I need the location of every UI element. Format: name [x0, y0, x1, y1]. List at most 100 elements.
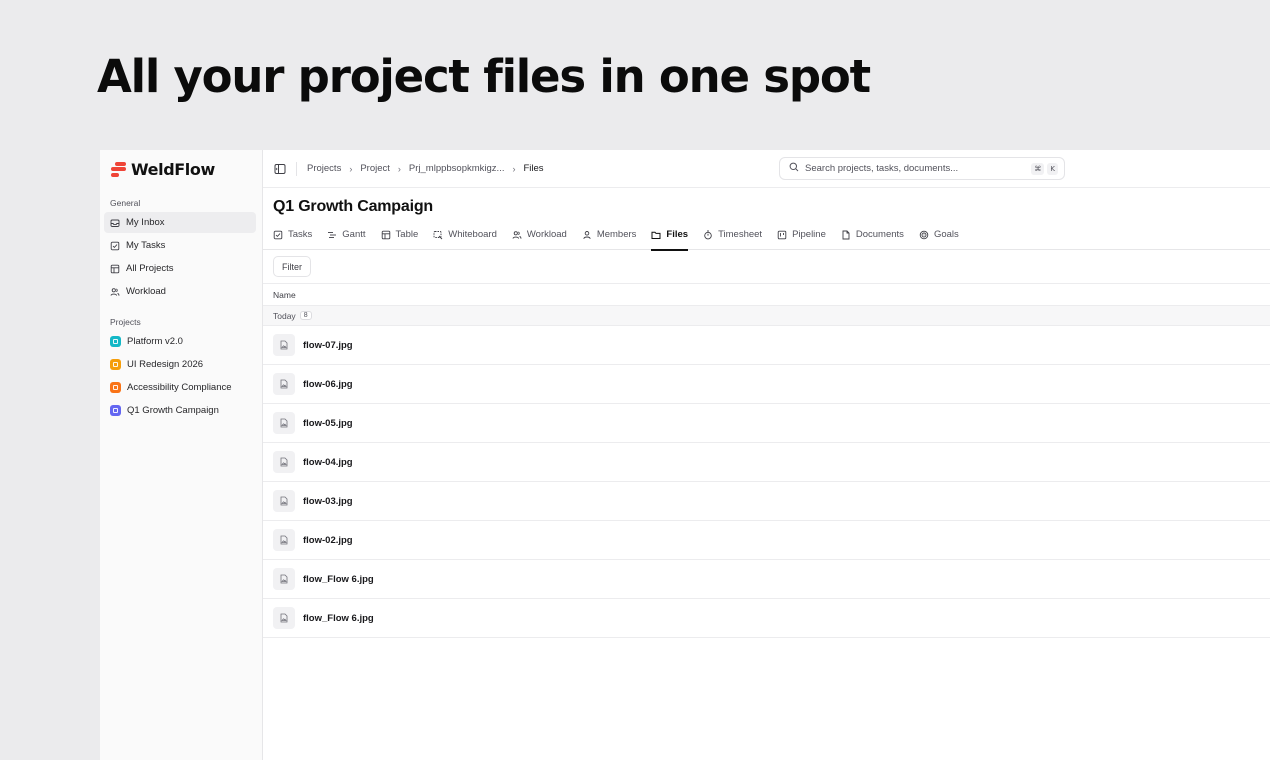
tab-label: Goals — [933, 229, 959, 240]
sidebar-project-ui-redesign-2026[interactable]: UI Redesign 2026 — [104, 354, 256, 375]
search-bar[interactable]: ⌘ K — [779, 157, 1065, 180]
file-name[interactable]: flow-02.jpg — [303, 535, 353, 546]
tab-label: Table — [395, 229, 419, 240]
sidebar-item-workload[interactable]: Workload — [104, 281, 256, 302]
sidebar-section-projects: Projects — [110, 317, 141, 327]
column-header-name[interactable]: Name — [263, 284, 1270, 306]
breadcrumb-item[interactable]: Project — [360, 163, 390, 174]
app-window: WeldFlow General My Inbox My Tasks All Pro… — [100, 150, 1270, 760]
sidebar-item-all-projects[interactable]: All Projects — [104, 258, 256, 279]
tab-table[interactable]: Table — [381, 220, 419, 250]
file-name[interactable]: flow-03.jpg — [303, 496, 353, 507]
project-color-icon — [110, 405, 121, 416]
sidebar-project-q1-growth-campaign[interactable]: Q1 Growth Campaign — [104, 400, 256, 421]
tab-label: Documents — [855, 229, 904, 240]
brand-logo[interactable]: WeldFlow — [104, 159, 256, 179]
filter-row: Filter — [263, 250, 1270, 284]
tab-files[interactable]: Files — [651, 220, 689, 251]
file-row[interactable]: flow-07.jpg — [263, 326, 1270, 365]
folder-icon — [651, 230, 661, 240]
file-name[interactable]: flow-04.jpg — [303, 457, 353, 468]
table-icon — [110, 264, 120, 274]
timer-icon — [703, 230, 713, 240]
tab-whiteboard[interactable]: Whiteboard — [433, 220, 497, 250]
image-file-icon — [273, 412, 295, 434]
user-icon — [582, 230, 592, 240]
file-name[interactable]: flow-07.jpg — [303, 340, 353, 351]
weldflow-logo-icon — [111, 161, 126, 178]
breadcrumb-chevron-icon: › — [349, 163, 353, 174]
search-input[interactable] — [805, 163, 1026, 174]
sidebar-toggle-icon[interactable] — [274, 163, 286, 175]
file-row[interactable]: flow-03.jpg — [263, 482, 1270, 521]
tab-gantt[interactable]: Gantt — [327, 220, 366, 250]
inbox-icon — [110, 218, 120, 228]
main-content: Projects › Project › Prj_mlppbsopkmkigz... › F… — [263, 150, 1270, 760]
checkbox-icon — [273, 230, 283, 240]
breadcrumb-item: Files — [523, 163, 544, 174]
tab-label: Tasks — [288, 229, 313, 240]
file-row[interactable]: flow-02.jpg — [263, 521, 1270, 560]
sidebar-item-my-tasks[interactable]: My Tasks — [104, 235, 256, 256]
whiteboard-icon — [433, 230, 443, 240]
top-bar: Projects › Project › Prj_mlppbsopkmkigz... › F… — [263, 150, 1270, 188]
file-name[interactable]: flow_Flow 6.jpg — [303, 574, 374, 585]
sidebar-item-label: My Inbox — [126, 217, 165, 228]
file-name[interactable]: flow-06.jpg — [303, 379, 353, 390]
file-row[interactable]: flow-05.jpg — [263, 404, 1270, 443]
tab-goals[interactable]: Goals — [919, 220, 959, 250]
tab-pipeline[interactable]: Pipeline — [777, 220, 826, 250]
project-color-icon — [110, 336, 121, 347]
tab-documents[interactable]: Documents — [841, 220, 904, 250]
tab-tasks[interactable]: Tasks — [273, 220, 312, 250]
file-row[interactable]: flow-04.jpg — [263, 443, 1270, 482]
tab-label: Timesheet — [718, 229, 763, 240]
sidebar-project-accessibility-compliance[interactable]: Accessibility Compliance — [104, 377, 256, 398]
breadcrumb: Projects › Project › Prj_mlppbsopkmkigz... › F… — [307, 163, 544, 174]
shortcut-key-cmd: ⌘ — [1031, 162, 1045, 175]
breadcrumb-chevron-icon: › — [512, 163, 516, 174]
sidebar-project-label: UI Redesign 2026 — [127, 359, 204, 370]
shortcut-key-k: K — [1047, 162, 1058, 175]
tab-label: Files — [666, 229, 689, 240]
project-color-icon — [110, 382, 121, 393]
sidebar-project-platform-v2-0[interactable]: Platform v2.0 — [104, 331, 256, 352]
filter-button[interactable]: Filter — [273, 256, 311, 277]
breadcrumb-item[interactable]: Prj_mlppbsopkmkigz... — [409, 163, 505, 174]
sidebar-project-label: Q1 Growth Campaign — [127, 405, 219, 416]
tab-timesheet[interactable]: Timesheet — [703, 220, 762, 250]
pipeline-icon — [777, 230, 787, 240]
project-color-icon — [110, 359, 121, 370]
sidebar-item-label: My Tasks — [126, 240, 166, 251]
tab-label: Whiteboard — [448, 229, 497, 240]
users-icon — [512, 230, 522, 240]
file-row[interactable]: flow-06.jpg — [263, 365, 1270, 404]
search-shortcut: ⌘ K — [1031, 162, 1058, 175]
file-row[interactable]: flow_Flow 6.jpg — [263, 599, 1270, 638]
tab-workload[interactable]: Workload — [512, 220, 567, 250]
brand-name: WeldFlow — [131, 159, 215, 179]
document-icon — [841, 230, 851, 240]
target-icon — [919, 230, 929, 240]
file-name[interactable]: flow-05.jpg — [303, 418, 353, 429]
image-file-icon — [273, 568, 295, 590]
sidebar-project-label: Platform v2.0 — [127, 336, 183, 347]
file-row[interactable]: flow_Flow 6.jpg — [263, 560, 1270, 599]
image-file-icon — [273, 529, 295, 551]
breadcrumb-chevron-icon: › — [397, 163, 401, 174]
sidebar: WeldFlow General My Inbox My Tasks All Pro… — [100, 150, 263, 760]
image-file-icon — [273, 451, 295, 473]
breadcrumb-item[interactable]: Projects — [307, 163, 341, 174]
sidebar-item-my-inbox[interactable]: My Inbox — [104, 212, 256, 233]
group-count-badge: 8 — [299, 311, 312, 320]
checkbox-icon — [110, 241, 120, 251]
file-name[interactable]: flow_Flow 6.jpg — [303, 613, 374, 624]
search-icon — [789, 162, 799, 175]
headline: All your project files in one spot — [97, 50, 871, 103]
group-header-today[interactable]: Today 8 — [263, 306, 1270, 326]
group-label: Today — [273, 310, 296, 321]
image-file-icon — [273, 334, 295, 356]
tab-members[interactable]: Members — [582, 220, 636, 250]
users-icon — [110, 287, 120, 297]
sidebar-project-label: Accessibility Compliance — [127, 382, 232, 393]
